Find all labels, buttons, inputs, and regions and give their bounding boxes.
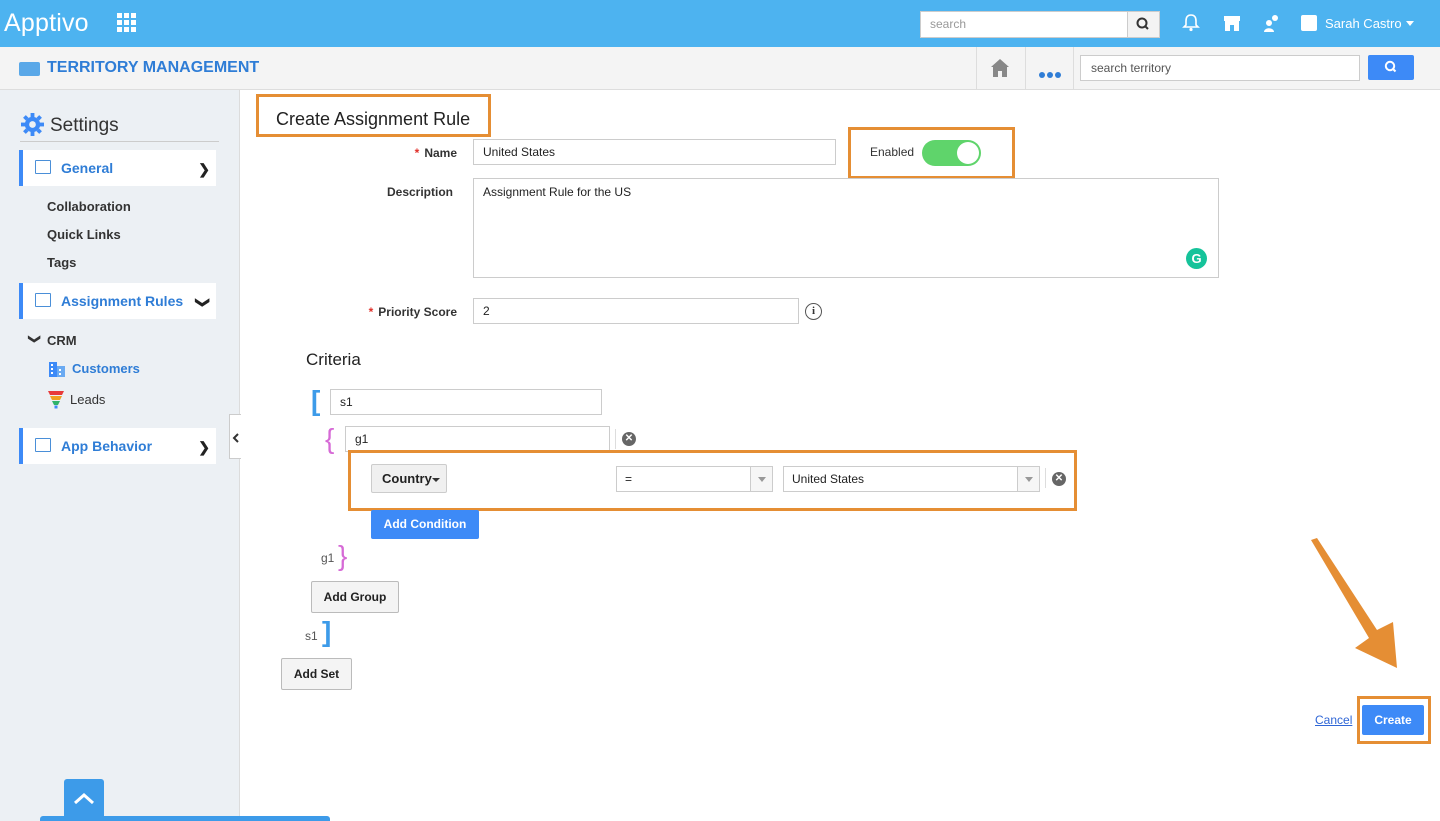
condition-operator-select[interactable]: = [616, 466, 773, 492]
chevron-up-icon [74, 792, 94, 805]
sidebar-item-tags[interactable]: Tags [47, 255, 76, 270]
chevron-right-icon: ❯ [198, 161, 210, 177]
annotation-arrow-icon [1311, 538, 1397, 668]
sidebar-item-general[interactable]: General ❯ [19, 150, 216, 186]
add-condition-button[interactable]: Add Condition [371, 510, 479, 539]
sidebar-item-assignment-rules[interactable]: Assignment Rules ❯ [19, 283, 216, 319]
name-field[interactable]: United States [473, 139, 836, 165]
sidebar-item-leads[interactable]: Leads [70, 392, 105, 407]
store-icon[interactable] [1222, 13, 1242, 33]
criteria-title: Criteria [306, 350, 361, 369]
chevron-down-icon: ❯ [28, 333, 43, 345]
crm-label: CRM [47, 333, 77, 348]
create-button[interactable]: Create [1362, 705, 1424, 735]
apptivo-logo[interactable]: Apptivo [4, 9, 89, 38]
dropdown-arrow-icon [1017, 467, 1039, 491]
enabled-label: Enabled [870, 145, 915, 159]
territory-search-button[interactable] [1368, 55, 1414, 80]
chevron-down-icon: ❯ [195, 296, 212, 309]
cancel-link[interactable]: Cancel [1315, 713, 1352, 727]
group-close-brace: } [338, 540, 348, 571]
bottom-bar [40, 816, 330, 821]
gear-icon [21, 113, 44, 136]
caret-down-icon [432, 478, 440, 482]
set-close-bracket: ] [322, 616, 332, 647]
set-close-label: s1 [305, 629, 318, 643]
window-icon [35, 438, 51, 452]
app-header: TERRITORY MANAGEMENT search territory [0, 47, 1440, 90]
sidebar-item-customers[interactable]: Customers [72, 361, 140, 376]
add-set-button[interactable]: Add Set [281, 658, 352, 690]
bell-icon[interactable] [1181, 13, 1201, 33]
search-icon [1384, 60, 1397, 73]
global-search-button[interactable] [1127, 11, 1160, 38]
group-open-brace: { [325, 423, 335, 454]
settings-header: Settings [20, 112, 219, 142]
dropdown-arrow-icon [750, 467, 772, 491]
condition-field-dropdown[interactable]: Country [371, 464, 447, 493]
sidebar-group-crm[interactable]: ❯ CRM [28, 333, 77, 348]
sidebar-item-label: App Behavior [61, 438, 153, 454]
description-label: Description [386, 185, 453, 199]
condition-value-select[interactable]: United States [783, 466, 1040, 492]
territory-search-input[interactable]: search territory [1080, 55, 1360, 81]
priority-score-label: * Priority Score [368, 305, 457, 319]
monitor-icon [35, 160, 51, 174]
scroll-top-button[interactable] [64, 779, 104, 821]
sidebar-item-app-behavior[interactable]: App Behavior ❯ [19, 428, 216, 464]
settings-title: Settings [50, 115, 119, 136]
grammarly-icon[interactable]: G [1186, 248, 1207, 269]
funnel-icon [48, 391, 64, 409]
more-options-icon[interactable] [1039, 66, 1063, 81]
chevron-right-icon: ❯ [198, 439, 210, 455]
sidebar-item-label: General [61, 160, 114, 176]
add-group-button[interactable]: Add Group [311, 581, 399, 613]
set-open-bracket: [ [311, 385, 321, 416]
group-close-label: g1 [321, 551, 335, 565]
enabled-toggle[interactable] [922, 140, 981, 166]
sidebar-collapse-toggle[interactable] [229, 414, 241, 459]
user-menu-caret-icon[interactable] [1406, 21, 1414, 26]
document-icon [35, 293, 51, 307]
search-icon [1136, 17, 1149, 30]
user-name[interactable]: Sarah Castro [1325, 16, 1402, 31]
settings-sidebar: Settings General ❯ Collaboration Quick L… [0, 90, 240, 821]
territory-icon [19, 62, 40, 76]
app-title[interactable]: TERRITORY MANAGEMENT [47, 59, 259, 77]
group-name-field[interactable]: g1 [345, 426, 610, 452]
sidebar-item-quick-links[interactable]: Quick Links [47, 227, 121, 242]
sidebar-item-collaboration[interactable]: Collaboration [47, 199, 131, 214]
building-icon [49, 362, 65, 377]
set-name-field[interactable]: s1 [330, 389, 602, 415]
name-label: * Name [414, 146, 457, 160]
top-bar: Apptivo search Sarah Castro [0, 0, 1440, 47]
info-icon[interactable]: i [805, 303, 822, 320]
sidebar-item-label: Assignment Rules [61, 293, 184, 309]
description-field[interactable]: Assignment Rule for the US [473, 178, 1219, 278]
home-icon[interactable] [989, 57, 1011, 79]
chevron-left-icon [232, 433, 239, 443]
global-search-input[interactable]: search [920, 11, 1128, 38]
remove-condition-icon[interactable]: ✕ [1052, 472, 1066, 486]
people-icon[interactable] [1262, 13, 1282, 33]
user-avatar[interactable] [1301, 15, 1317, 31]
remove-group-icon[interactable]: ✕ [622, 432, 636, 446]
priority-score-field[interactable]: 2 [473, 298, 799, 324]
page-title: Create Assignment Rule [276, 109, 471, 129]
apps-grid-icon[interactable] [117, 13, 136, 32]
